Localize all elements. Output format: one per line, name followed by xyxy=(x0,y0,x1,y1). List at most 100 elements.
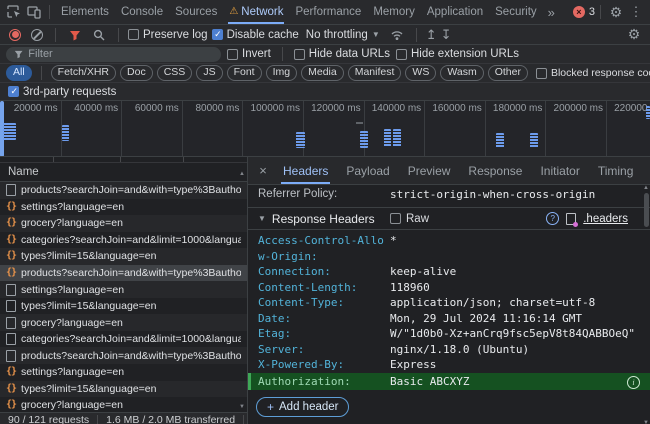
timeline-request-bar xyxy=(530,133,538,148)
detail-tabs: × Headers Payload Preview Response Initiator… xyxy=(248,157,650,185)
clear-network-log-icon[interactable] xyxy=(31,28,43,41)
info-icon[interactable]: i xyxy=(627,375,640,389)
request-row[interactable]: types?limit=15&language=en xyxy=(0,298,247,315)
scroll-down-icon[interactable]: ▼ xyxy=(239,404,245,410)
chip-media[interactable]: Media xyxy=(301,65,344,81)
filter-funnel-icon[interactable] xyxy=(65,25,85,45)
header-value: keep-alive xyxy=(390,265,457,278)
tab-label: Sources xyxy=(175,6,218,18)
inspect-element-icon[interactable] xyxy=(4,2,24,22)
chip-other[interactable]: Other xyxy=(487,65,528,81)
chip-manifest[interactable]: Manifest xyxy=(347,65,402,81)
divider xyxy=(55,27,56,42)
error-badge[interactable]: × 3 xyxy=(572,6,595,18)
export-har-icon[interactable]: ↧ xyxy=(441,28,452,41)
detail-scrollbar[interactable]: ▲ ▼ xyxy=(642,185,650,424)
header-key: X-Powered-By: xyxy=(258,358,345,371)
request-row[interactable]: settings?language=en xyxy=(0,199,247,216)
header-row-authorization: Authorization: Basic ABCXYZ i xyxy=(248,372,650,390)
add-header-button[interactable]: + Add header xyxy=(256,396,350,417)
chip-doc[interactable]: Doc xyxy=(120,65,153,81)
request-row[interactable]: settings?language=en xyxy=(0,281,247,298)
request-row[interactable]: types?limit=15&language=en xyxy=(0,248,247,265)
tab-console[interactable]: Console xyxy=(115,0,169,24)
json-file-icon xyxy=(6,268,16,278)
filter-input[interactable] xyxy=(28,48,213,60)
error-count: 3 xyxy=(588,6,595,18)
blocked-cookies-checkbox[interactable]: Blocked response cookies xyxy=(535,67,650,79)
request-row[interactable]: products?searchJoin=and&with=type%3Bauth… xyxy=(0,347,247,365)
detail-tab-initiator[interactable]: Initiator xyxy=(531,157,588,184)
detail-tab-preview[interactable]: Preview xyxy=(399,157,460,184)
scroll-down-icon[interactable]: ▼ xyxy=(643,420,649,424)
request-row[interactable]: products?searchJoin=and&with=type%3Bauth… xyxy=(0,182,247,199)
chip-wasm[interactable]: Wasm xyxy=(440,65,484,81)
scroll-up-icon[interactable]: ▲ xyxy=(643,185,649,191)
throttling-dropdown[interactable]: No throttling ▼ xyxy=(303,29,383,41)
chip-ws[interactable]: WS xyxy=(405,65,437,81)
invert-checkbox[interactable]: Invert xyxy=(227,48,271,60)
search-icon[interactable] xyxy=(89,25,109,45)
hide-extension-urls-checkbox[interactable]: Hide extension URLs xyxy=(395,48,519,60)
chip-css[interactable]: CSS xyxy=(156,65,193,81)
device-toolbar-icon[interactable] xyxy=(24,2,44,22)
record-network-log-icon[interactable] xyxy=(9,28,21,41)
hide-data-urls-checkbox[interactable]: Hide data URLs xyxy=(293,48,390,60)
network-settings-gear-icon[interactable]: ⚙ xyxy=(624,25,644,45)
kebab-menu-icon[interactable]: ⋮ xyxy=(626,2,646,22)
response-headers-section[interactable]: ▼ Response Headers Raw ? .headers xyxy=(248,207,650,230)
third-party-checkbox[interactable]: 3rd-party requests xyxy=(8,86,116,98)
chip-js[interactable]: JS xyxy=(196,65,223,81)
request-row[interactable]: grocery?language=en xyxy=(0,314,247,331)
tab-network[interactable]: ⚠ Network xyxy=(223,0,289,24)
divider xyxy=(243,414,245,424)
raw-checkbox[interactable]: Raw xyxy=(390,213,429,225)
tab-security[interactable]: Security xyxy=(489,0,543,24)
request-row[interactable]: types?limit=15&language=en xyxy=(0,380,247,398)
header-value: strict-origin-when-cross-origin xyxy=(390,188,596,201)
scroll-up-icon[interactable]: ▲ xyxy=(239,165,245,183)
request-row[interactable]: categories?searchJoin=and&limit=1000&lan… xyxy=(0,232,247,249)
settings-gear-icon[interactable]: ⚙ xyxy=(606,2,626,22)
request-row[interactable]: grocery?language=en xyxy=(0,215,247,232)
request-row[interactable]: grocery?language=en xyxy=(0,397,247,412)
network-filter-bar: Invert Hide data URLs Hide extension URL… xyxy=(0,45,650,64)
disable-cache-checkbox[interactable]: Disable cache xyxy=(211,29,299,41)
header-row: X-Powered-By: Express xyxy=(248,357,650,373)
close-icon[interactable]: × xyxy=(252,163,274,178)
json-file-icon xyxy=(6,251,16,261)
request-type-chips: All Fetch/XHR Doc CSS JS Font Img Media Manifest… xyxy=(6,65,528,81)
network-conditions-icon[interactable] xyxy=(387,25,407,45)
scrollbar-thumb[interactable] xyxy=(643,193,649,227)
network-overview-timeline[interactable]: 20000 ms 40000 ms 60000 ms 80000 ms 100000 m… xyxy=(0,101,650,157)
tab-memory[interactable]: Memory xyxy=(367,0,421,24)
headers-file-icon[interactable] xyxy=(566,212,579,227)
chip-font[interactable]: Font xyxy=(226,65,262,81)
more-tabs-chevron[interactable]: » xyxy=(543,5,560,20)
third-party-label: 3rd-party requests xyxy=(23,85,117,98)
preserve-log-checkbox[interactable]: Preserve log xyxy=(128,29,208,41)
chip-img[interactable]: Img xyxy=(265,65,298,81)
timeline-request-bar xyxy=(393,129,401,147)
import-har-icon[interactable]: ↥ xyxy=(426,28,437,41)
detail-tabs-list: Headers Payload Preview Response Initiator Ti… xyxy=(274,157,642,184)
request-row[interactable]: products?searchJoin=and&with=type%3Bauth… xyxy=(0,264,247,282)
help-icon[interactable]: ? xyxy=(546,212,560,225)
tab-performance[interactable]: Performance xyxy=(289,0,367,24)
detail-tab-headers[interactable]: Headers xyxy=(274,157,337,184)
request-row[interactable]: settings?language=en xyxy=(0,364,247,381)
request-row[interactable]: categories?searchJoin=and&limit=1000&lan… xyxy=(0,331,247,348)
document-file-icon xyxy=(6,300,16,313)
tab-application[interactable]: Application xyxy=(421,0,489,24)
tab-elements[interactable]: Elements xyxy=(55,0,115,24)
detail-tab-timing[interactable]: Timing xyxy=(589,157,643,184)
name-column-header[interactable]: Name ▲ xyxy=(0,163,247,182)
chip-all[interactable]: All xyxy=(6,65,32,81)
headers-file-link[interactable]: .headers xyxy=(583,213,628,225)
checkbox-checked-icon xyxy=(211,29,223,40)
status-segment: 90 / 121 requests xyxy=(8,413,90,424)
chip-fetch-xhr[interactable]: Fetch/XHR xyxy=(50,65,117,81)
detail-tab-response[interactable]: Response xyxy=(459,157,531,184)
detail-tab-payload[interactable]: Payload xyxy=(337,157,398,184)
tab-sources[interactable]: Sources xyxy=(169,0,223,24)
